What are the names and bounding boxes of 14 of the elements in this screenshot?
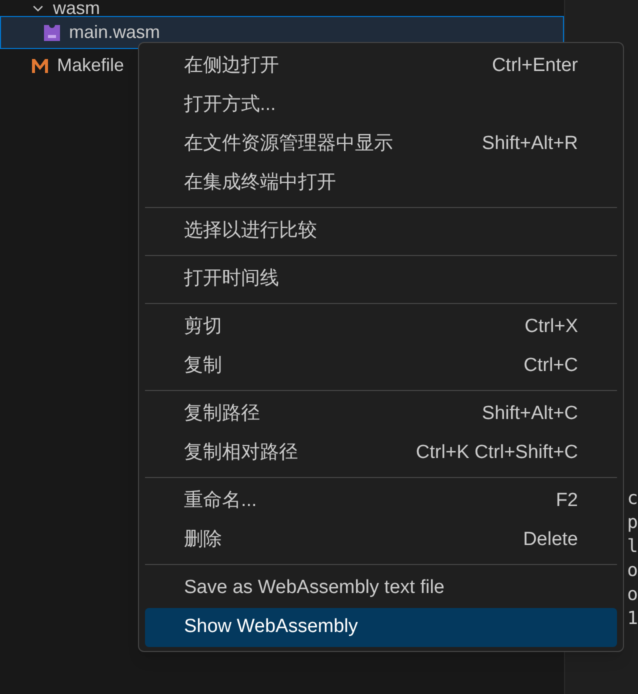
- shortcut-label: Ctrl+Enter: [492, 54, 578, 78]
- shortcut-label: Ctrl+K Ctrl+Shift+C: [416, 441, 578, 466]
- code-line: l: [627, 535, 638, 559]
- code-line: c: [627, 487, 638, 511]
- code-line: o: [627, 583, 638, 607]
- shortcut-label: Ctrl+C: [524, 354, 578, 378]
- shortcut-label: Shift+Alt+R: [482, 132, 578, 156]
- shortcut-label: Shift+Alt+C: [482, 402, 578, 426]
- shortcut-label: Delete: [523, 528, 578, 552]
- code-line: o: [627, 559, 638, 583]
- shortcut-label: Ctrl+X: [524, 315, 578, 340]
- shortcut-label: F2: [556, 489, 578, 514]
- code-line: p: [627, 511, 638, 535]
- code-line: 1: [627, 607, 638, 631]
